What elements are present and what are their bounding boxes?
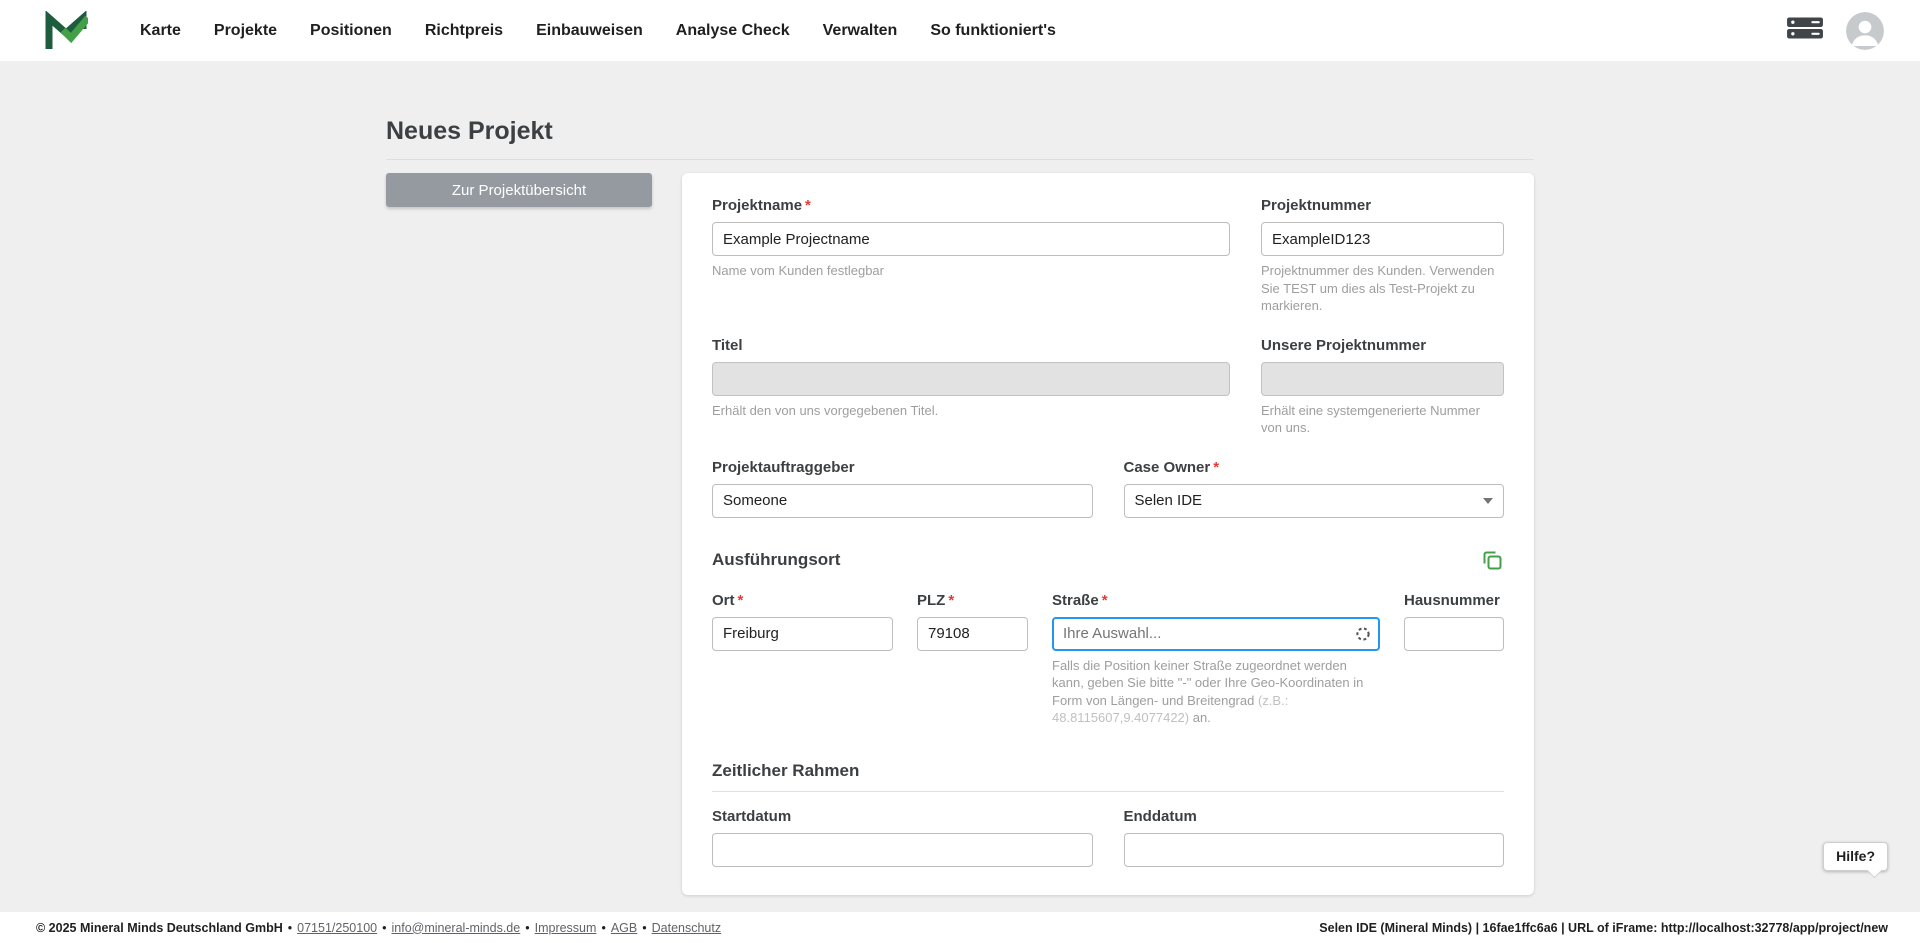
projektname-helper: Name vom Kunden festlegbar [712, 262, 1230, 280]
nav-item-analyse-check[interactable]: Analyse Check [676, 22, 790, 40]
footer-email-link[interactable]: info@mineral-minds.de [392, 921, 521, 935]
nav-item-einbauweisen[interactable]: Einbauweisen [536, 22, 643, 40]
field-strasse: Straße* Falls die Position keiner Straße… [1052, 592, 1380, 727]
loading-spinner-icon [1355, 626, 1371, 642]
title-divider [386, 159, 1534, 160]
footer-datenschutz-link[interactable]: Datenschutz [652, 921, 721, 935]
projektnummer-helper: Projektnummer des Kunden. Verwenden Sie … [1261, 262, 1504, 315]
required-asterisk: * [1213, 459, 1219, 476]
field-hausnummer: Hausnummer [1404, 592, 1504, 727]
required-asterisk: * [948, 592, 954, 609]
project-overview-button[interactable]: Zur Projektübersicht [386, 173, 652, 207]
user-avatar-icon[interactable] [1846, 12, 1884, 50]
plz-input[interactable] [917, 617, 1028, 651]
projektnummer-input[interactable] [1261, 222, 1504, 256]
nav-item-karte[interactable]: Karte [140, 22, 181, 40]
copy-icon[interactable] [1480, 548, 1504, 572]
nav-item-verwalten[interactable]: Verwalten [823, 22, 898, 40]
main-menu: Karte Projekte Positionen Richtpreis Ein… [140, 22, 1056, 40]
footer-session-info: Selen IDE (Mineral Minds) | 16fae1ffc6a6… [1319, 921, 1888, 935]
field-case-owner: Case Owner* Selen IDE [1124, 459, 1505, 518]
top-navigation: Karte Projekte Positionen Richtpreis Ein… [0, 0, 1920, 61]
chevron-down-icon [1483, 498, 1493, 504]
nav-item-projekte[interactable]: Projekte [214, 22, 277, 40]
nav-item-richtpreis[interactable]: Richtpreis [425, 22, 503, 40]
titel-input [712, 362, 1230, 396]
field-unsere-projektnummer: Unsere Projektnummer Erhält eine systemg… [1261, 337, 1504, 437]
footer: © 2025 Mineral Minds Deutschland GmbH • … [0, 912, 1920, 943]
field-projektname: Projektname* Name vom Kunden festlegbar [712, 197, 1230, 315]
help-button[interactable]: Hilfe? [1823, 842, 1888, 871]
main-content: Neues Projekt Zur Projektübersicht Proje… [386, 61, 1534, 936]
required-asterisk: * [805, 197, 811, 214]
field-titel: Titel Erhält den von uns vorgegebenen Ti… [712, 337, 1230, 437]
projektnummer-label: Projektnummer [1261, 197, 1504, 215]
footer-phone-link[interactable]: 07151/250100 [297, 921, 377, 935]
case-owner-value: Selen IDE [1135, 492, 1203, 509]
projektname-label: Projektname* [712, 197, 1230, 215]
server-icon[interactable] [1786, 15, 1824, 46]
strasse-input[interactable] [1052, 617, 1380, 651]
enddatum-label: Enddatum [1124, 808, 1505, 826]
hausnummer-input[interactable] [1404, 617, 1504, 651]
case-owner-select[interactable]: Selen IDE [1124, 484, 1505, 518]
field-projektnummer: Projektnummer Projektnummer des Kunden. … [1261, 197, 1504, 315]
projektname-input[interactable] [712, 222, 1230, 256]
page-title: Neues Projekt [386, 117, 1534, 146]
plz-label: PLZ* [917, 592, 1028, 610]
case-owner-label: Case Owner* [1124, 459, 1505, 477]
enddatum-input[interactable] [1124, 833, 1505, 867]
field-ort: Ort* [712, 592, 893, 727]
nav-item-positionen[interactable]: Positionen [310, 22, 392, 40]
footer-impressum-link[interactable]: Impressum [535, 921, 597, 935]
startdatum-input[interactable] [712, 833, 1093, 867]
ort-label: Ort* [712, 592, 893, 610]
projektauftraggeber-label: Projektauftraggeber [712, 459, 1093, 477]
field-enddatum: Enddatum [1124, 808, 1505, 867]
required-asterisk: * [738, 592, 744, 609]
required-asterisk: * [1102, 592, 1108, 609]
ort-input[interactable] [712, 617, 893, 651]
strasse-helper: Falls die Position keiner Straße zugeord… [1052, 657, 1380, 727]
unsere-projektnummer-helper: Erhält eine systemgenerierte Nummer von … [1261, 402, 1504, 437]
field-plz: PLZ* [917, 592, 1028, 727]
footer-agb-link[interactable]: AGB [611, 921, 637, 935]
new-project-form-card: Projektname* Name vom Kunden festlegbar … [682, 173, 1534, 895]
strasse-label: Straße* [1052, 592, 1380, 610]
startdatum-label: Startdatum [712, 808, 1093, 826]
field-startdatum: Startdatum [712, 808, 1093, 867]
nav-item-so-funktionierts[interactable]: So funktioniert's [930, 22, 1056, 40]
field-projektauftraggeber: Projektauftraggeber [712, 459, 1093, 518]
titel-label: Titel [712, 337, 1230, 355]
titel-helper: Erhält den von uns vorgegebenen Titel. [712, 402, 1230, 420]
hausnummer-label: Hausnummer [1404, 592, 1504, 610]
unsere-projektnummer-input [1261, 362, 1504, 396]
projektauftraggeber-input[interactable] [712, 484, 1093, 518]
section-title-zeitlicher-rahmen: Zeitlicher Rahmen [712, 761, 859, 781]
unsere-projektnummer-label: Unsere Projektnummer [1261, 337, 1504, 355]
mineral-minds-logo-icon[interactable] [44, 11, 88, 51]
section-title-ausfuehrungsort: Ausführungsort [712, 550, 840, 570]
footer-copyright: © 2025 Mineral Minds Deutschland GmbH [36, 921, 283, 935]
section-divider [712, 791, 1504, 792]
